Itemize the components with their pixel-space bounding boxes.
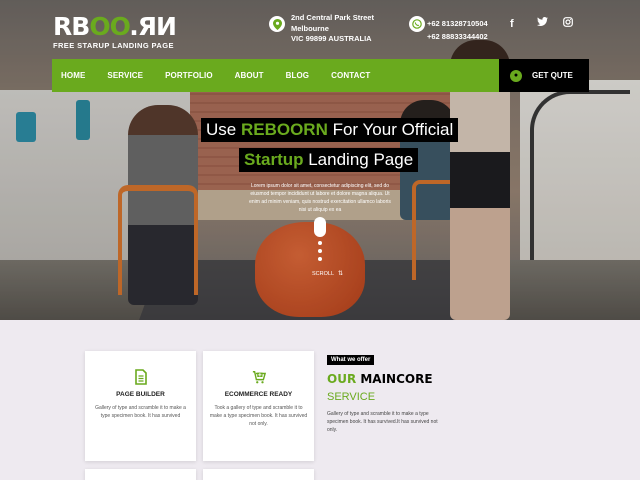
section-paragraph: Gallery of type and scramble it to make … bbox=[327, 411, 438, 433]
get-quote-label: GET QUTE bbox=[532, 71, 573, 80]
scroll-dot bbox=[318, 241, 322, 245]
address-line: Melbourne bbox=[291, 23, 329, 33]
phone-block: +62 81328710504 +62 88833344402 bbox=[427, 17, 488, 43]
logo-mark: RBOO.ЯИ bbox=[53, 12, 177, 41]
location-pin-icon bbox=[269, 16, 285, 32]
get-quote-button[interactable]: ● GET QUTE bbox=[499, 59, 589, 92]
section-heading: OUR MAINCORE bbox=[327, 372, 433, 386]
scroll-label[interactable]: SCROLL bbox=[312, 271, 334, 277]
nav-item-home[interactable]: HOME bbox=[61, 71, 85, 80]
hero-headline-line2: Startup Landing Page bbox=[239, 148, 419, 172]
instagram-icon[interactable] bbox=[563, 17, 573, 30]
quote-icon: ● bbox=[510, 69, 522, 82]
nav-item-contact[interactable]: CONTACT bbox=[331, 71, 370, 80]
whatsapp-icon bbox=[409, 16, 425, 32]
scroll-dot bbox=[318, 257, 322, 261]
twitter-icon[interactable] bbox=[537, 17, 548, 30]
feature-card bbox=[203, 469, 314, 480]
site-logo[interactable]: RBOO.ЯИ FREE STARUP LANDING PAGE bbox=[53, 12, 177, 51]
address-block: 2nd Central Park Street Melbourne VIC 99… bbox=[291, 13, 374, 45]
nav-item-portfolio[interactable]: PORTFOLIO bbox=[165, 71, 213, 80]
nav-item-blog[interactable]: BLOG bbox=[286, 71, 310, 80]
feature-card-desc: Gallery of type and scramble it to make … bbox=[95, 405, 186, 419]
cart-icon bbox=[252, 369, 266, 385]
logo-tagline: FREE STARUP LANDING PAGE bbox=[53, 41, 174, 50]
feature-card-desc: Took a gallery of type and scramble it t… bbox=[209, 405, 308, 427]
arrow-down-icon: ⇅ bbox=[338, 271, 344, 277]
section-subheading: SERVICE bbox=[327, 391, 376, 403]
address-line: 2nd Central Park Street bbox=[291, 13, 374, 22]
feature-card-title: PAGE BUILDER bbox=[116, 391, 165, 398]
main-navigation: HOME SERVICE PORTFOLIO ABOUT BLOG CONTAC… bbox=[52, 59, 499, 92]
hero-headline-line1: Use REBOORN For Your Official bbox=[201, 118, 459, 142]
hero-paragraph: Lorem ipsum dolor sit amet, consectetur … bbox=[249, 183, 391, 213]
feature-card: ECOMMERCE READY Took a gallery of type a… bbox=[203, 351, 314, 461]
feature-card bbox=[85, 469, 196, 480]
address-line: VIC 99899 AUSTRALIA bbox=[291, 34, 372, 43]
feature-card-title: ECOMMERCE READY bbox=[224, 391, 293, 398]
phone-number[interactable]: +62 81328710504 bbox=[427, 17, 488, 30]
scroll-mouse-icon[interactable] bbox=[314, 217, 326, 237]
document-icon bbox=[134, 369, 148, 385]
feature-card: PAGE BUILDER Gallery of type and scrambl… bbox=[85, 351, 196, 461]
nav-item-service[interactable]: SERVICE bbox=[107, 71, 143, 80]
scroll-dot bbox=[318, 249, 322, 253]
section-badge: What we offer bbox=[327, 355, 375, 365]
phone-number[interactable]: +62 88833344402 bbox=[427, 30, 488, 43]
facebook-icon[interactable]: f bbox=[510, 18, 514, 30]
nav-item-about[interactable]: ABOUT bbox=[235, 71, 264, 80]
